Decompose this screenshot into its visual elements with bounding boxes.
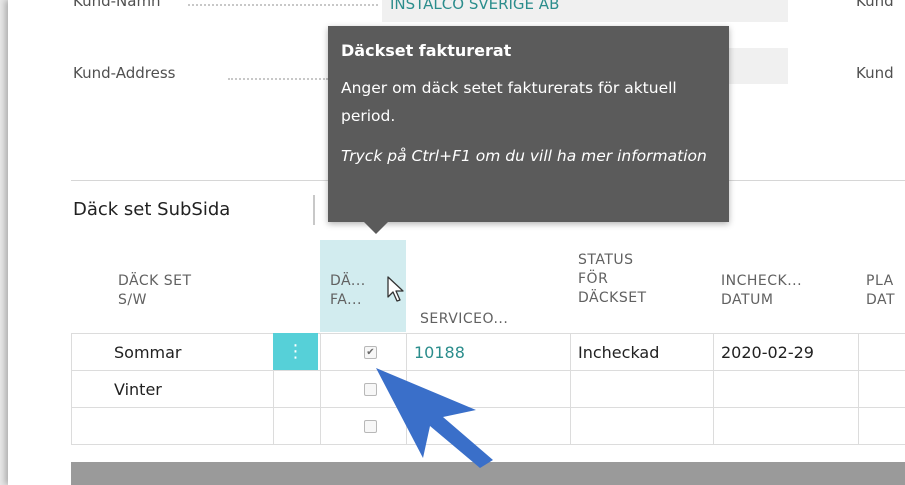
tooltip: Däckset fakturerat Anger om däck setet f…: [328, 26, 729, 234]
subpage-title: Däck set SubSida: [73, 199, 231, 220]
kund-address-dots: [228, 78, 328, 80]
kund-address-label: Kund-Address: [73, 64, 176, 82]
header-dack-fakturerat[interactable]: DÄ... FA...: [330, 272, 366, 310]
kund-namn-label: Kund-Namn: [73, 0, 161, 10]
blue-arrow-icon: [376, 368, 493, 468]
checkbox-fakturerat-row1[interactable]: ✔: [364, 346, 377, 359]
right-field-label-1: Kund: [856, 0, 894, 10]
grid-vline-5: [713, 333, 714, 444]
mouse-pointer-icon: [387, 276, 404, 302]
subpage-separator: [313, 195, 315, 225]
right-field-label-2: Kund: [856, 64, 894, 82]
tooltip-body: Anger om däck setet fakturerats för aktu…: [341, 79, 677, 125]
row-menu-button[interactable]: ⋮: [273, 333, 318, 370]
grid-vline-0: [71, 333, 72, 444]
cell-datum-row1[interactable]: 2020-02-29: [721, 334, 814, 371]
cell-dack-set-row1[interactable]: Sommar: [114, 334, 182, 371]
header-status-for-dackset[interactable]: STATUS FÖR DÄCKSET: [578, 251, 647, 308]
grid-vline-6: [858, 333, 859, 444]
grid-vline-2: [320, 333, 321, 444]
header-dack-set[interactable]: DÄCK SET S/W: [118, 272, 192, 310]
kund-namn-field[interactable]: INSTALCO SVERIGE AB: [382, 0, 788, 22]
tooltip-title: Däckset fakturerat: [341, 41, 512, 60]
kund-namn-dots: [188, 4, 378, 6]
tooltip-hint: Tryck på Ctrl+F1 om du vill ha mer infor…: [341, 147, 707, 165]
page-card: Kund-Namn INSTALCO SVERIGE AB Kund Kund-…: [8, 0, 905, 485]
cell-status-row1[interactable]: Incheckad: [578, 334, 659, 371]
header-plan-datum[interactable]: PLA DAT: [866, 272, 895, 310]
header-incheckning-datum[interactable]: INCHECK... DATUM: [721, 272, 802, 310]
kund-address-field[interactable]: [722, 48, 788, 84]
header-serviceorder[interactable]: SERVICEO...: [420, 310, 508, 329]
grid-vline-4: [570, 333, 571, 444]
cell-dack-set-row2[interactable]: Vinter: [114, 371, 162, 408]
